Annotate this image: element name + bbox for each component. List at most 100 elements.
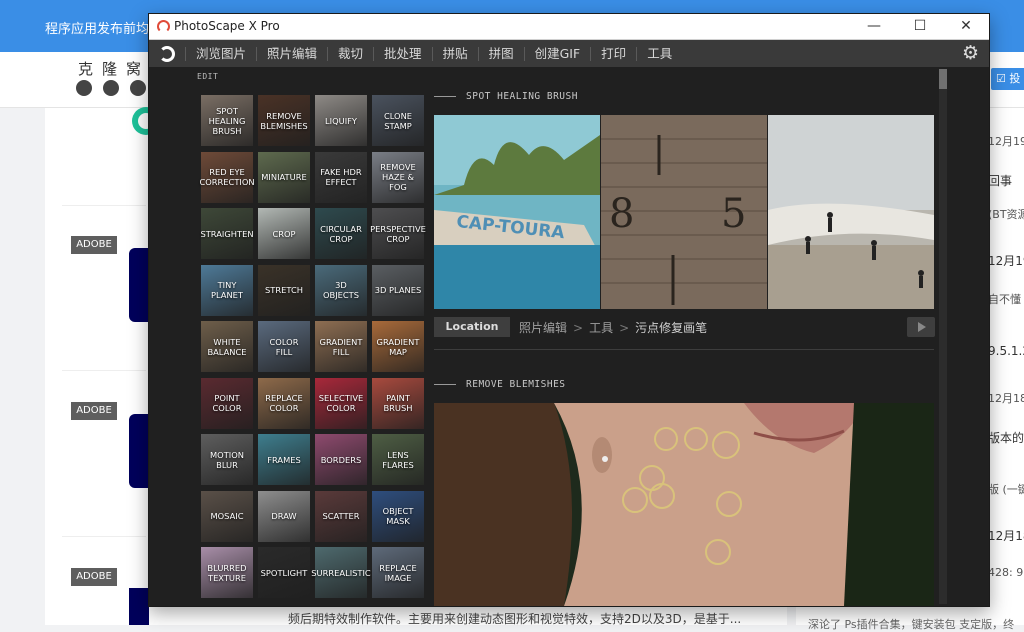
edit-tool-tile[interactable]: GRADIENT FILL — [315, 321, 367, 372]
site-logo-icons — [76, 80, 146, 96]
blemish-marker[interactable] — [716, 491, 742, 517]
sidebar-snippet[interactable]: 版 (一键 — [988, 481, 1024, 497]
sidebar-snippet[interactable]: 428: 90 — [988, 566, 1024, 579]
edit-tool-tile[interactable]: CROP — [258, 208, 310, 259]
edit-tool-tile[interactable]: WHITE BALANCE — [201, 321, 253, 372]
edit-tool-tile[interactable]: PERSPECTIVE CROP — [370, 208, 426, 259]
edit-tool-tile[interactable]: 3D PLANES — [372, 264, 424, 316]
sample-photo-wall: 8 5 — [601, 115, 767, 309]
blemish-marker[interactable] — [649, 483, 675, 509]
edit-tool-tile[interactable]: PAINT BRUSH — [372, 377, 424, 429]
post-button[interactable]: ☑ 投 — [991, 68, 1024, 90]
blemish-marker[interactable] — [654, 427, 678, 451]
edit-tool-tile[interactable]: LENS FLARES — [372, 434, 424, 485]
play-video-icon[interactable] — [907, 317, 935, 337]
category-tag[interactable]: ADOBE — [71, 568, 117, 586]
menu-tab[interactable]: 拼贴 — [431, 46, 478, 61]
edit-tool-tile[interactable]: TINY PLANET — [201, 264, 253, 316]
photoscape-logo-icon — [157, 20, 170, 33]
edit-tool-label: RED EYE CORRECTION — [199, 167, 255, 187]
edit-tool-tile[interactable]: REMOVE HAZE & FOG — [372, 151, 424, 203]
menu-tab[interactable]: 打印 — [590, 46, 636, 61]
blemish-marker[interactable] — [622, 487, 648, 513]
sidebar-snippet[interactable]: 12月19 — [988, 252, 1024, 269]
menu-tab[interactable]: 批处理 — [373, 46, 432, 61]
edit-tool-tile[interactable]: SELECTIVE COLOR — [315, 377, 367, 429]
menu-tab[interactable]: 裁切 — [327, 46, 373, 61]
edit-tool-label: GRADIENT FILL — [319, 336, 363, 357]
blemish-marker[interactable] — [705, 539, 731, 565]
menu-tab[interactable]: 创建GIF — [523, 46, 591, 61]
category-tag[interactable]: ADOBE — [71, 236, 117, 254]
menu-tab[interactable]: 拼图 — [477, 46, 524, 61]
edit-tool-tile[interactable]: CIRCULAR CROP — [315, 208, 367, 259]
edit-tool-tile[interactable]: RED EYE CORRECTION — [199, 151, 255, 203]
edit-tool-tile[interactable]: 3D OBJECTS — [315, 264, 367, 316]
photoscape-home-icon[interactable] — [159, 46, 175, 62]
edit-tool-tile[interactable]: REPLACE COLOR — [258, 377, 310, 429]
edit-tool-tile[interactable]: FAKE HDR EFFECT — [315, 151, 367, 203]
edit-tool-label: FRAMES — [267, 454, 301, 465]
edit-tool-tile[interactable]: FRAMES — [258, 434, 310, 485]
edit-tool-label: 3D OBJECTS — [322, 280, 360, 300]
sidebar-snippet[interactable]: 自不懂 — [988, 291, 1021, 307]
divider — [62, 536, 146, 537]
edit-tool-tile[interactable]: LIQUIFY — [315, 95, 367, 146]
after-effects-thumbnail[interactable] — [129, 588, 149, 625]
edit-tool-tile[interactable]: COLOR FILL — [258, 321, 310, 372]
scrollbar-thumb[interactable] — [939, 69, 947, 89]
edit-tool-tile[interactable]: BORDERS — [315, 434, 367, 485]
edit-tool-tile[interactable]: MOTION BLUR — [201, 434, 253, 485]
photoscape-window: PhotoScape X Pro — ☐ ✕ 浏览图片 照片编辑 裁切 批处理 拼贴 拼图… — [148, 13, 990, 607]
category-tag[interactable]: ADOBE — [71, 402, 117, 420]
edit-tool-tile[interactable]: DRAW — [258, 490, 310, 542]
sidebar-snippet[interactable]: 12月18 — [988, 390, 1024, 406]
edit-tool-label: GRADIENT MAP — [376, 336, 420, 357]
edit-tool-tile[interactable]: STRAIGHTEN — [200, 208, 254, 259]
maximize-button[interactable]: ☐ — [897, 14, 943, 39]
edit-tool-label: SELECTIVE COLOR — [318, 393, 364, 413]
sidebar-snippet[interactable]: 9.5.1.2 — [988, 344, 1024, 358]
sidebar-snippet[interactable]: 版本的 — [988, 429, 1024, 446]
sidebar-snippet[interactable]: 12月18 — [988, 527, 1024, 544]
edit-tool-label: REPLACE IMAGE — [379, 562, 417, 583]
edit-tool-tile[interactable]: MOSAIC — [201, 490, 253, 542]
edit-tool-tile[interactable]: REMOVE BLEMISHES — [258, 95, 310, 146]
edit-tool-tile[interactable]: GRADIENT MAP — [372, 321, 424, 372]
sidebar-footer-text: 深论了 Ps插件合集，键安装包 支定版，终 — [808, 618, 1015, 631]
edit-tool-tile[interactable]: SPOT HEALING BRUSH — [201, 95, 253, 146]
edit-tool-tile[interactable]: MINIATURE — [258, 151, 310, 203]
edit-tool-tile[interactable]: CLONE STAMP — [372, 95, 424, 146]
edit-tool-tile[interactable]: SCATTER — [315, 490, 367, 542]
edit-tool-label: PAINT BRUSH — [383, 393, 413, 413]
vertical-scrollbar[interactable] — [939, 69, 947, 604]
minimize-button[interactable]: — — [851, 14, 897, 39]
menu-tab[interactable]: 浏览图片 — [185, 46, 256, 61]
edit-tool-tile[interactable]: OBJECT MASK — [372, 490, 424, 542]
sidebar-snippet[interactable]: 回事 — [988, 172, 1012, 189]
sidebar-snippet[interactable]: (BT资源 — [988, 206, 1024, 222]
sample-photo-beach — [768, 115, 934, 309]
edit-tool-tile[interactable]: BLURRED TEXTURE — [201, 547, 253, 598]
app-thumbnail[interactable] — [129, 414, 149, 488]
menu-tab[interactable]: 工具 — [636, 46, 682, 61]
edit-tool-label: BLURRED TEXTURE — [207, 562, 247, 583]
blemish-marker[interactable] — [712, 431, 740, 459]
breadcrumb-item[interactable]: 照片编辑 — [519, 321, 567, 335]
edit-tool-label: REMOVE BLEMISHES — [260, 110, 308, 131]
edit-tool-tile[interactable]: REPLACE IMAGE — [372, 547, 424, 598]
menu-tab[interactable]: 照片编辑 — [256, 46, 327, 61]
edit-tool-tile[interactable]: POINT COLOR — [201, 377, 253, 429]
edit-tool-tile[interactable]: SPOTLIGHT — [258, 547, 310, 598]
site-logo[interactable]: 克隆窝 — [78, 58, 150, 79]
app-thumbnail[interactable] — [129, 248, 149, 322]
svg-text:5: 5 — [721, 191, 746, 237]
edit-tool-tile[interactable]: STRETCH — [258, 264, 310, 316]
edit-tool-tile[interactable]: SURREALISTIC — [311, 547, 371, 598]
blemish-marker[interactable] — [684, 427, 708, 451]
close-button[interactable]: ✕ — [943, 14, 989, 39]
breadcrumb-item[interactable]: 工具 — [589, 321, 613, 335]
gear-icon[interactable]: ⚙ — [962, 43, 979, 63]
sidebar-snippet[interactable]: 12月19 — [988, 133, 1024, 149]
location-button[interactable]: Location — [434, 317, 510, 337]
